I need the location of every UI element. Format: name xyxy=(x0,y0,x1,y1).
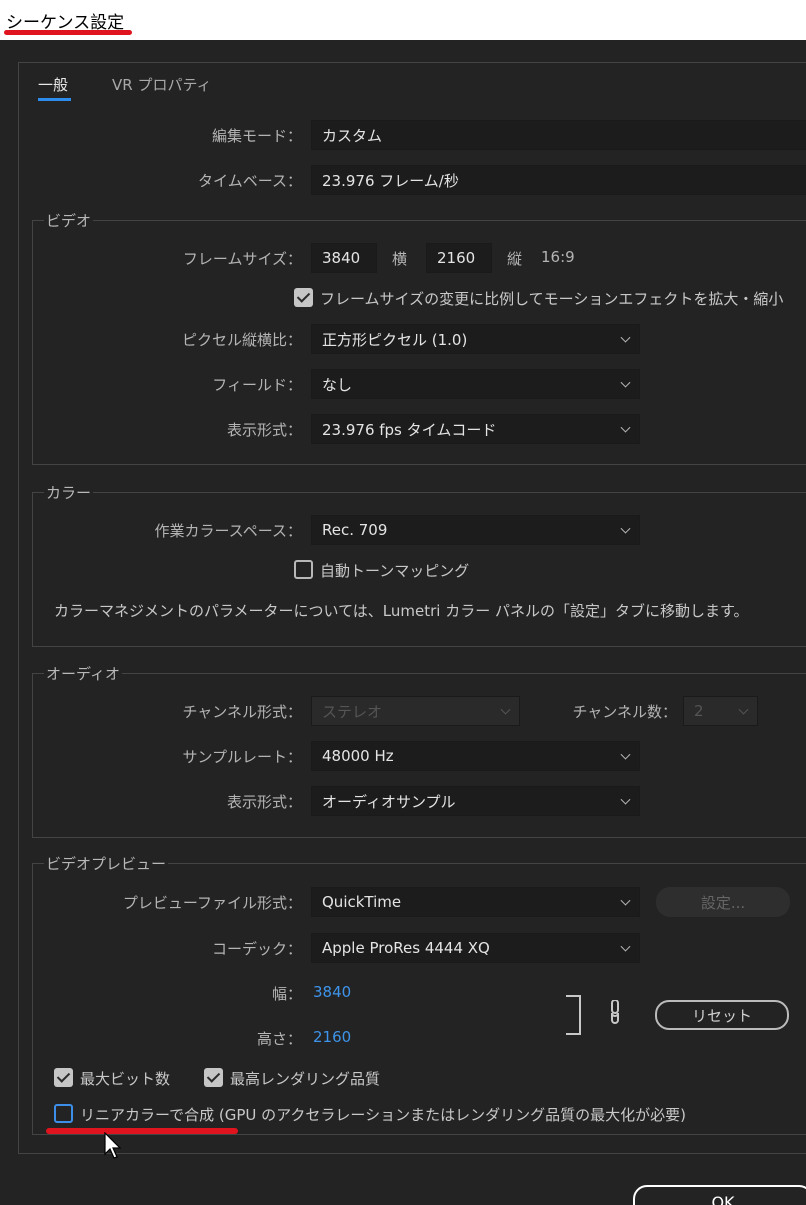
preview-file-format-label: プレビューファイル形式： xyxy=(122,894,302,912)
frame-width-input[interactable]: 3840 xyxy=(311,243,377,273)
scale-motion-label: フレームサイズの変更に比例してモーションエフェクトを拡大・縮小 xyxy=(320,290,784,308)
title-annotation-underline xyxy=(4,30,132,35)
working-color-space-select[interactable]: Rec. 709 xyxy=(311,515,640,545)
audio-display-format-label: 表示形式： xyxy=(226,793,302,811)
max-render-quality-label: 最高レンダリング品質 xyxy=(230,1070,381,1088)
ok-button-label: OK xyxy=(711,1193,735,1205)
fields-label: フィールド： xyxy=(212,376,302,394)
working-color-space-label: 作業カラースペース： xyxy=(154,522,302,540)
frame-height-input[interactable]: 2160 xyxy=(426,243,492,273)
title-bar: シーケンス設定 xyxy=(0,0,806,40)
auto-tone-mapping-label: 自動トーンマッピング xyxy=(320,562,470,580)
color-management-info: カラーマネジメントのパラメーターについては、Lumetri カラー パネルの「設… xyxy=(54,602,749,620)
reset-button[interactable]: リセット xyxy=(655,1000,789,1030)
channel-count-label: チャンネル数： xyxy=(572,703,677,721)
timebase-select[interactable]: 23.976 フレーム/秒 xyxy=(311,165,806,195)
frame-height-unit: 縦 xyxy=(507,250,523,268)
tab-vr-properties[interactable]: VR プロパティ xyxy=(112,74,212,95)
max-bit-depth-label: 最大ビット数 xyxy=(80,1070,171,1088)
timebase-label: タイムベース： xyxy=(198,172,302,190)
preview-height-value[interactable]: 2160 xyxy=(313,1028,351,1046)
color-group-legend: カラー xyxy=(44,482,94,503)
audio-group-legend: オーディオ xyxy=(44,663,122,684)
frame-size-label: フレームサイズ： xyxy=(182,250,302,268)
pixel-aspect-label: ピクセル縦横比： xyxy=(181,331,302,349)
preview-settings-button[interactable]: 設定... xyxy=(656,887,790,917)
pixel-aspect-select[interactable]: 正方形ピクセル (1.0) xyxy=(311,324,640,354)
preview-file-format-select[interactable]: QuickTime xyxy=(311,887,640,917)
max-bit-depth-checkbox[interactable] xyxy=(54,1068,73,1087)
audio-display-format-select[interactable]: オーディオサンプル xyxy=(311,786,640,816)
sample-rate-label: サンプルレート： xyxy=(182,748,302,766)
video-group-legend: ビデオ xyxy=(44,210,94,231)
auto-tone-mapping-checkbox[interactable] xyxy=(294,560,313,579)
channel-count-select[interactable]: 2 xyxy=(683,696,758,726)
linear-color-label: リニアカラーで合成 (GPU のアクセラレーションまたはレンダリング品質の最大化… xyxy=(80,1106,686,1124)
video-preview-group-legend: ビデオプレビュー xyxy=(44,853,169,874)
edit-mode-label: 編集モード： xyxy=(211,127,302,145)
max-render-quality-checkbox[interactable] xyxy=(204,1068,223,1087)
active-tab-indicator xyxy=(38,98,71,101)
linear-color-annotation-underline xyxy=(46,1128,238,1134)
edit-mode-select[interactable]: カスタム xyxy=(311,120,806,150)
ok-button[interactable]: OK xyxy=(633,1185,806,1205)
sample-rate-select[interactable]: 48000 Hz xyxy=(311,741,640,771)
codec-select[interactable]: Apple ProRes 4444 XQ xyxy=(311,933,640,963)
video-display-format-select[interactable]: 23.976 fps タイムコード xyxy=(311,414,640,444)
channel-format-select[interactable]: ステレオ xyxy=(311,696,520,726)
preview-height-label: 高さ： xyxy=(256,1030,302,1048)
codec-label: コーデック： xyxy=(211,940,302,958)
preview-width-label: 幅： xyxy=(271,985,302,1003)
video-display-format-label: 表示形式： xyxy=(226,421,302,439)
channel-format-label: チャンネル形式： xyxy=(182,703,302,721)
fields-select[interactable]: なし xyxy=(311,369,640,399)
linear-color-checkbox[interactable] xyxy=(54,1104,73,1123)
tab-general[interactable]: 一般 xyxy=(38,74,68,95)
mouse-cursor-icon xyxy=(104,1132,122,1159)
chain-link-icon[interactable] xyxy=(605,1000,625,1026)
frame-width-unit: 横 xyxy=(392,250,408,268)
link-bracket xyxy=(566,995,581,1035)
scale-motion-checkbox[interactable] xyxy=(294,288,313,307)
aspect-ratio-value: 16:9 xyxy=(541,248,575,266)
preview-width-value[interactable]: 3840 xyxy=(313,983,351,1001)
